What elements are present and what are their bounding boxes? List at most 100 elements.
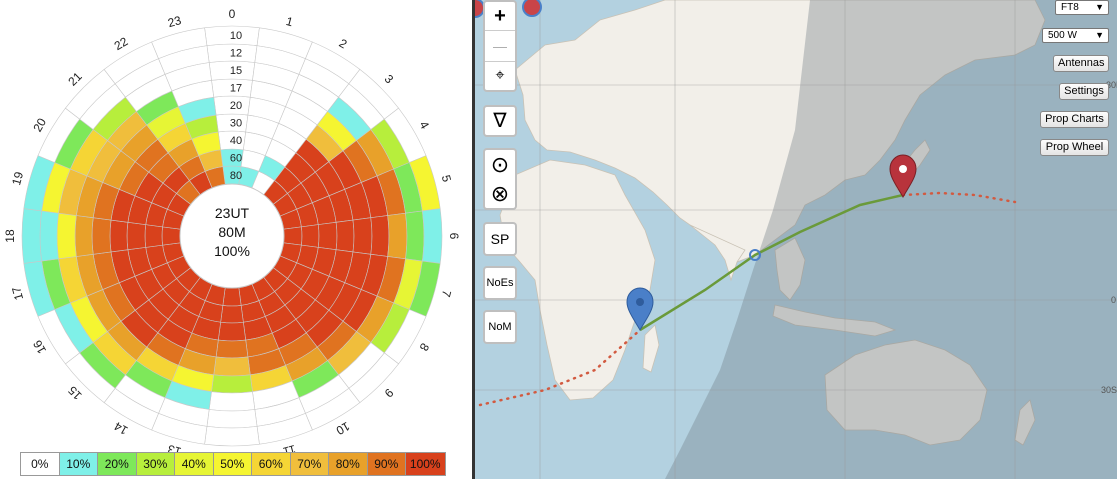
hour-label-17: 17 <box>9 285 26 302</box>
chevron-down-icon: ▼ <box>1095 30 1104 40</box>
cross-circle-button[interactable]: ⊗ <box>485 179 515 208</box>
band-label-40: 40 <box>230 135 242 147</box>
legend-cell-70pct: 70% <box>290 453 329 475</box>
legend-cell-0pct: 0% <box>21 453 60 475</box>
noes-control: NoEs <box>483 266 517 300</box>
hour-label-2: 2 <box>337 36 350 52</box>
wheel-cell-h6-20m <box>352 217 373 255</box>
wheel-cell-h12-20m <box>213 356 251 377</box>
circle-controls: ⊙ ⊗ <box>483 148 517 210</box>
nabla-control: ∇ <box>483 105 517 137</box>
hour-label-16: 16 <box>30 337 49 356</box>
hour-label-8: 8 <box>416 341 432 354</box>
wheel-cell-h18-30m <box>109 219 129 253</box>
hour-label-22: 22 <box>112 34 131 53</box>
zoom-in-button[interactable]: + <box>485 2 515 31</box>
band-label-12: 12 <box>230 48 242 60</box>
color-legend: 0% 10% 20% 30% 40% 50% 60% 70% 80% 90% 100% <box>20 452 446 476</box>
settings-button[interactable]: Settings <box>1059 83 1109 100</box>
hour-label-18: 18 <box>3 229 17 243</box>
wheel-cell-h6-60m <box>301 224 320 248</box>
wheel-cell-h12-12m <box>206 409 258 429</box>
zoom-out-button[interactable]: — <box>485 31 515 62</box>
wheel-cell-h12-15m <box>208 391 256 412</box>
hour-label-13: 13 <box>166 442 183 452</box>
nabla-button[interactable]: ∇ <box>485 107 515 135</box>
wheel-cell-h18-60m <box>144 224 163 248</box>
wheel-cell-h6-40m <box>317 221 338 251</box>
hour-label-4: 4 <box>417 119 433 132</box>
prop-wheel-chart: 1012151720304060800123456789101112131415… <box>3 7 461 452</box>
wheel-cell-h6-10m <box>422 208 443 264</box>
hour-label-5: 5 <box>439 173 454 183</box>
legend-cell-30pct: 30% <box>136 453 175 475</box>
nom-button[interactable]: NoM <box>485 312 515 342</box>
wheel-cell-h18-80m <box>161 226 181 246</box>
band-label-30: 30 <box>230 118 242 130</box>
map-panel[interactable]: 30N 0 30S + — ⌖ ∇ ⊙ ⊗ SP NoEs NoM FT8▼ 5… <box>475 0 1117 479</box>
wheel-cell-h6-30m <box>335 219 355 253</box>
band-label-20: 20 <box>230 100 242 112</box>
hour-label-19: 19 <box>9 170 26 187</box>
wheel-cell-h18-17m <box>74 215 94 257</box>
band-label-60: 60 <box>230 153 242 165</box>
legend-cell-10pct: 10% <box>59 453 98 475</box>
wheel-cell-h18-20m <box>91 217 112 255</box>
wheel-cell-h12-17m <box>211 374 253 394</box>
mode-select-value: FT8 <box>1061 2 1079 13</box>
wheel-center-line-2: 100% <box>214 243 250 259</box>
power-select-value: 500 W <box>1048 30 1077 41</box>
prop-charts-button[interactable]: Prop Charts <box>1040 111 1109 128</box>
prop-wheel-panel: 1012151720304060800123456789101112131415… <box>0 0 472 479</box>
fullscreen-icon[interactable]: ⌖ <box>485 62 515 90</box>
wheel-cell-h18-40m <box>126 221 147 251</box>
hour-label-21: 21 <box>65 69 85 89</box>
power-select[interactable]: 500 W ▼ <box>1042 28 1109 43</box>
hour-label-15: 15 <box>65 383 85 403</box>
sp-button[interactable]: SP <box>485 224 515 254</box>
wheel-cell-h12-80m <box>222 287 242 307</box>
chevron-down-icon: ▼ <box>1095 2 1104 12</box>
mode-select[interactable]: FT8 ▼ <box>1055 0 1109 15</box>
wheel-center-line-0: 23UT <box>215 205 250 221</box>
legend-cell-20pct: 20% <box>98 453 137 475</box>
hour-label-14: 14 <box>111 419 130 438</box>
wheel-cell-h18-12m <box>39 210 59 262</box>
hour-label-0: 0 <box>229 7 236 21</box>
wheel-cell-h18-10m <box>21 208 42 264</box>
noes-button[interactable]: NoEs <box>485 268 515 298</box>
hour-label-7: 7 <box>439 288 454 298</box>
wheel-center-line-1: 80M <box>218 224 245 240</box>
band-label-17: 17 <box>230 83 242 95</box>
wheel-cell-h6-12m <box>405 210 425 262</box>
hour-label-23: 23 <box>166 13 183 30</box>
wheel-cell-h6-15m <box>387 212 408 260</box>
legend-cell-40pct: 40% <box>175 453 214 475</box>
legend-cell-90pct: 90% <box>367 453 406 475</box>
lat-label-30s: 30S <box>1101 385 1117 395</box>
legend-cell-80pct: 80% <box>329 453 368 475</box>
wheel-cell-h18-15m <box>56 212 77 260</box>
wheel-cell-h12-10m <box>204 426 260 447</box>
wheel-cell-h12-40m <box>217 321 247 342</box>
dot-circle-button[interactable]: ⊙ <box>485 150 515 179</box>
sp-control: SP <box>483 222 517 256</box>
band-label-10: 10 <box>230 30 242 42</box>
wheel-cell-h6-80m <box>283 226 303 246</box>
hour-label-10: 10 <box>333 419 352 438</box>
hour-label-6: 6 <box>447 233 461 240</box>
hour-label-20: 20 <box>30 115 49 134</box>
antennas-button[interactable]: Antennas <box>1053 55 1109 72</box>
band-label-15: 15 <box>230 65 242 77</box>
hour-label-3: 3 <box>382 72 397 87</box>
wheel-cell-h12-60m <box>220 305 244 324</box>
lat-label-equator: 0 <box>1111 295 1117 305</box>
zoom-controls: + — ⌖ <box>483 0 517 92</box>
world-map[interactable] <box>475 0 1117 479</box>
legend-cell-60pct: 60% <box>252 453 291 475</box>
wheel-cell-h6-17m <box>370 215 390 257</box>
wheel-cell-h12-30m <box>215 339 249 359</box>
edge-marker-right <box>522 0 542 17</box>
prop-wheel-button[interactable]: Prop Wheel <box>1040 139 1109 156</box>
legend-cell-100pct: 100% <box>406 453 445 475</box>
